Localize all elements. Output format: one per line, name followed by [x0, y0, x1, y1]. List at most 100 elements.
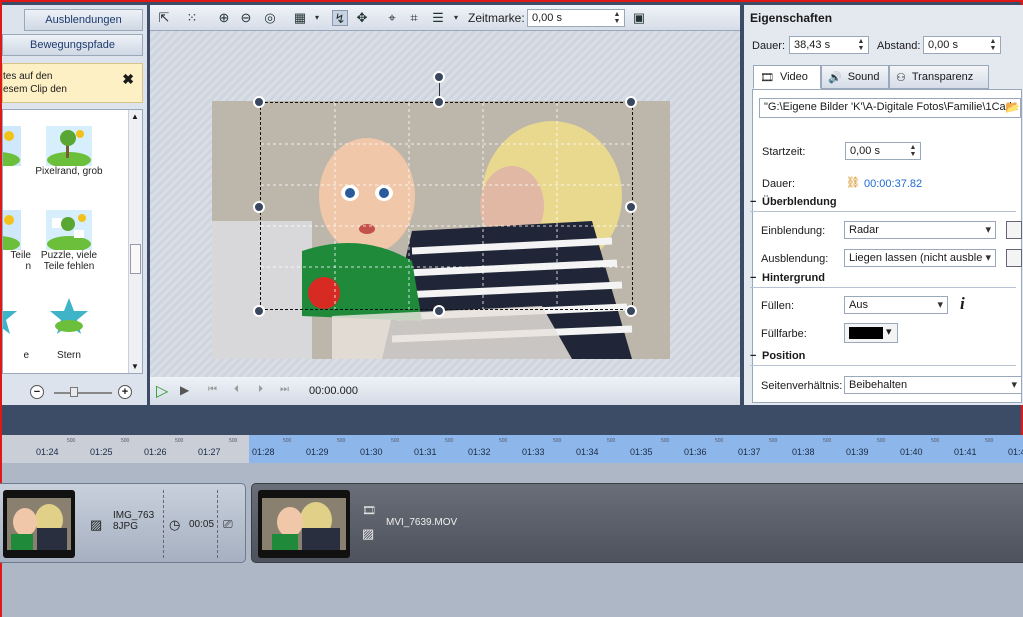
- effect-label: Stern: [57, 350, 81, 361]
- collapse-icon[interactable]: −: [750, 196, 758, 208]
- resize-handle[interactable]: [253, 201, 265, 213]
- fillcolor-picker[interactable]: ▾: [844, 323, 898, 343]
- align-icon[interactable]: ☰: [430, 10, 446, 26]
- spinner-icon[interactable]: ▲ ▼: [611, 11, 623, 25]
- hide-effects-button[interactable]: Ausblendungen: [24, 9, 143, 31]
- crop-rectangle[interactable]: [260, 102, 633, 310]
- select-arrow-icon[interactable]: ⇱: [156, 10, 172, 26]
- effect-label: nd: [3, 166, 33, 177]
- image-type-icon: ▨: [90, 517, 103, 532]
- resize-handle[interactable]: [625, 96, 637, 108]
- star-icon: [46, 296, 92, 336]
- move-icon[interactable]: ✥: [354, 10, 370, 26]
- ruler-minor-label: 500: [445, 438, 454, 444]
- zoom-in-icon[interactable]: +: [118, 385, 132, 399]
- zoom-out-icon[interactable]: −: [30, 385, 44, 399]
- clip-video[interactable]: 🎞 ▨ MVI_7639.MOV: [251, 483, 1023, 563]
- rotate-handle[interactable]: [433, 71, 445, 83]
- spinner-icon[interactable]: ▲ ▼: [907, 144, 919, 158]
- preview-stage[interactable]: [150, 31, 740, 377]
- ruler-tick-label: 01:26: [144, 447, 167, 457]
- vertical-scrollbar[interactable]: ▲ ▼: [128, 110, 142, 373]
- zoom-reset-icon[interactable]: ◎: [262, 10, 278, 26]
- collapse-icon[interactable]: −: [750, 272, 758, 284]
- collapse-icon[interactable]: −: [750, 350, 758, 362]
- effect-label: Teile n: [10, 250, 31, 272]
- fadein-edit-icon[interactable]: [1006, 221, 1022, 239]
- start-input[interactable]: 0,00 s ▲ ▼: [845, 142, 921, 160]
- spacing-label: Abstand:: [877, 40, 921, 52]
- section-transition[interactable]: − Überblendung: [750, 196, 1016, 212]
- time-marker-input[interactable]: 0,00 s ▲ ▼: [527, 9, 625, 27]
- add-point-icon[interactable]: ⌖: [384, 10, 400, 26]
- resize-handle[interactable]: [433, 96, 445, 108]
- section-background[interactable]: − Hintergrund: [750, 272, 1016, 288]
- resize-handle[interactable]: [433, 305, 445, 317]
- spinner-icon[interactable]: ▲ ▼: [987, 38, 999, 52]
- ruler-minor-label: 500: [391, 438, 400, 444]
- motion-paths-button[interactable]: Bewegungspfade: [2, 34, 143, 56]
- tab-transparency[interactable]: ⚇ Transparenz: [889, 65, 989, 89]
- ruler-tick-label: 01:25: [90, 447, 113, 457]
- aspect-select[interactable]: Beibehalten: [844, 376, 1022, 394]
- spinner-icon[interactable]: ▲ ▼: [855, 38, 867, 52]
- zoom-out-icon[interactable]: ⊖: [238, 10, 254, 26]
- go-end-icon[interactable]: ⏭: [280, 384, 289, 395]
- landscape-icon: [46, 126, 92, 168]
- dots-icon[interactable]: ⁙: [184, 10, 200, 26]
- scroll-thumb[interactable]: [130, 244, 141, 274]
- effect-item[interactable]: nd: [3, 126, 33, 177]
- effect-item[interactable]: Puzzle, viele Teile fehlen: [31, 210, 107, 272]
- resize-handle[interactable]: [625, 305, 637, 317]
- effects-list[interactable]: nd Pixelrand, grob Teile n Puzzle, viele…: [2, 109, 143, 374]
- remove-point-icon[interactable]: ⌗: [406, 10, 422, 26]
- zoom-slider-track[interactable]: [54, 392, 112, 394]
- ruler-tick-label: 01:37: [738, 447, 761, 457]
- fill-select[interactable]: Aus: [844, 296, 948, 314]
- go-start-icon[interactable]: ⏮: [208, 384, 217, 395]
- chevron-down-icon[interactable]: ▾: [886, 325, 892, 338]
- file-path-input[interactable]: "G:\Eigene Bilder 'K'\A-Digitale Fotos\F…: [759, 98, 1021, 118]
- duration-input[interactable]: 38,43 s ▲ ▼: [789, 36, 869, 54]
- zoom-control: − +: [30, 383, 140, 403]
- resize-handle[interactable]: [253, 96, 265, 108]
- effect-item[interactable]: Stern: [31, 296, 107, 361]
- play-icon[interactable]: ▷: [156, 381, 168, 401]
- scroll-up-icon[interactable]: ▲: [131, 112, 139, 121]
- fadein-select[interactable]: Radar: [844, 221, 996, 239]
- section-position[interactable]: − Position: [750, 350, 1016, 366]
- step-back-icon[interactable]: ⏴: [234, 384, 239, 395]
- clip1-name: IMG_763 8JPG: [113, 510, 155, 532]
- chevron-down-icon[interactable]: ▾: [448, 10, 464, 26]
- zoom-in-icon[interactable]: ⊕: [216, 10, 232, 26]
- step-forward-icon[interactable]: ⏵: [258, 384, 263, 395]
- play-from-icon[interactable]: ▶︎: [180, 383, 189, 397]
- tab-video[interactable]: 🎞 Video: [753, 65, 821, 89]
- chevron-down-icon[interactable]: ▾: [309, 10, 325, 26]
- puzzle-landscape-icon: [46, 210, 92, 252]
- fadeout-edit-icon[interactable]: [1006, 249, 1022, 267]
- grid-icon[interactable]: ▦: [292, 10, 308, 26]
- info-icon[interactable]: i: [960, 294, 965, 314]
- effect-item[interactable]: Pixelrand, grob: [31, 126, 107, 177]
- fadeout-label: Ausblendung:: [761, 253, 829, 265]
- ruler-minor-label: 500: [553, 438, 562, 444]
- effect-item[interactable]: e: [3, 296, 33, 361]
- open-folder-icon[interactable]: 📂: [1005, 100, 1020, 114]
- film-icon: 🎞: [760, 71, 774, 84]
- path-edit-icon[interactable]: ↯: [332, 10, 348, 26]
- scroll-down-icon[interactable]: ▼: [131, 362, 139, 371]
- effect-label: Pixelrand, grob: [35, 166, 103, 177]
- close-icon[interactable]: ✖: [122, 72, 134, 86]
- zoom-slider-thumb[interactable]: [70, 387, 78, 397]
- spacing-input[interactable]: 0,00 s ▲ ▼: [923, 36, 1001, 54]
- tab-sound[interactable]: 🔊 Sound: [821, 65, 889, 89]
- save-icon[interactable]: ▣: [631, 10, 647, 26]
- resize-handle[interactable]: [625, 201, 637, 213]
- fadeout-select[interactable]: Liegen lassen (nicht ausble: [844, 249, 996, 267]
- clip-image[interactable]: ▨ IMG_763 8JPG ◷ 00:05 ⎚: [0, 483, 246, 563]
- timeline-ruler[interactable]: 01:24 500 01:25 500 01:26 500 01:27 500 01:28 500…: [2, 435, 1023, 463]
- effect-item[interactable]: Teile n: [3, 210, 33, 272]
- ruler-tick-label: 01:30: [360, 447, 383, 457]
- resize-handle[interactable]: [253, 305, 265, 317]
